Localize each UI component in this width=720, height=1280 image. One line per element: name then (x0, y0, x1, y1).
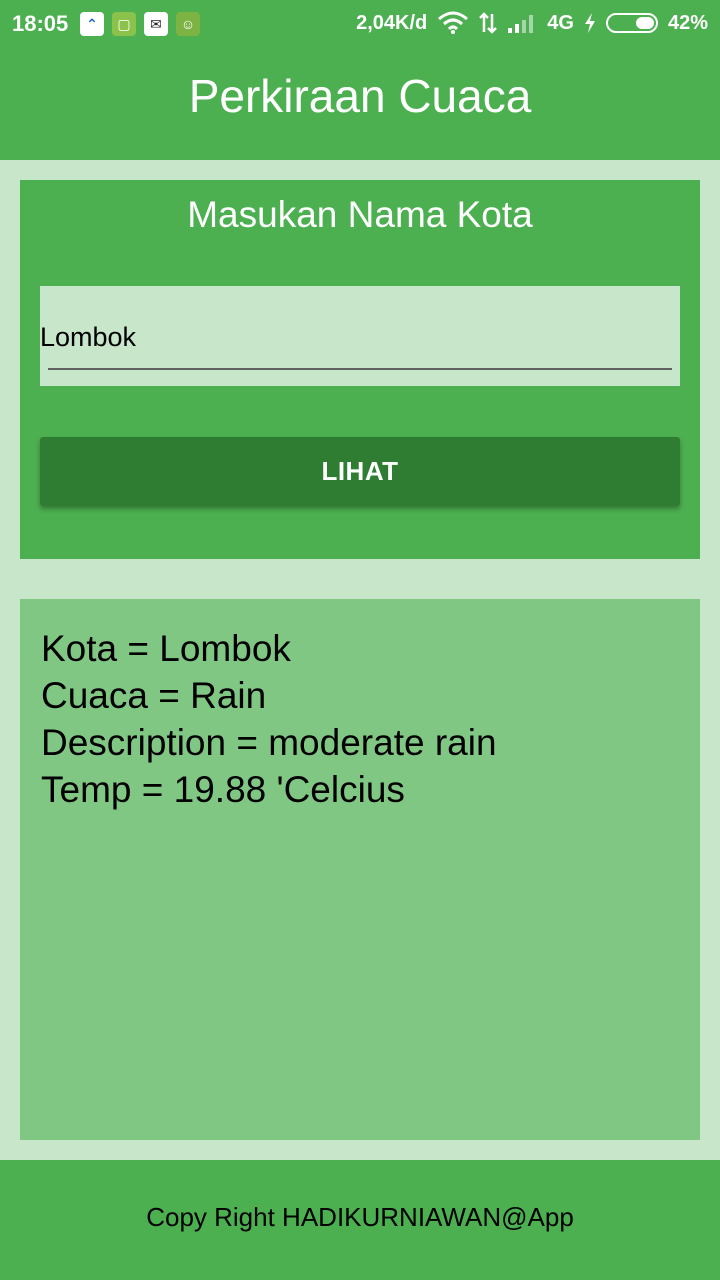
battery-icon (605, 13, 658, 33)
battery-percent: 42% (667, 11, 708, 34)
network-type: 4G (547, 11, 574, 34)
arrow-up-icon: ⌃ (80, 12, 104, 36)
city-input-underline (48, 368, 672, 370)
city-field-container (40, 286, 680, 386)
data-transfer-icon (479, 12, 498, 34)
city-input-heading: Masukan Nama Kota (187, 194, 533, 235)
network-speed: 2,04K/d (356, 11, 428, 34)
weather-result-panel: Kota = Lombok Cuaca = Rain Description =… (20, 599, 700, 1140)
chat-icon: ✉ (144, 12, 168, 36)
result-city: Kota = Lombok (41, 628, 291, 669)
app-title: Perkiraan Cuaca (188, 70, 532, 122)
city-input-card: Masukan Nama Kota LIHAT (20, 180, 700, 559)
wifi-icon (437, 11, 469, 35)
status-bar: 18:05 ⌃ ▢ ✉ ☺ 2,04K/d 4G 42% (0, 0, 720, 50)
footer: Copy Right HADIKURNIAWAN@App (0, 1160, 720, 1280)
weather-result-text: Kota = Lombok Cuaca = Rain Description =… (41, 625, 497, 813)
result-weather: Cuaca = Rain (41, 675, 267, 716)
app-bar: Perkiraan Cuaca (0, 50, 720, 160)
lihat-button[interactable]: LIHAT (40, 437, 680, 506)
signal-icon (507, 13, 537, 33)
result-temperature: Temp = 19.88 'Celcius (41, 769, 405, 810)
android-icon: ☺ (176, 12, 200, 36)
sim-card-icon: ▢ (112, 12, 136, 36)
battery-level (635, 17, 654, 29)
copyright-text: Copy Right HADIKURNIAWAN@App (146, 1202, 574, 1232)
charging-icon (584, 13, 596, 33)
city-input[interactable] (40, 314, 672, 360)
status-indicators: 2,04K/d 4G 42% (346, 11, 708, 35)
result-description: Description = moderate rain (41, 722, 497, 763)
status-time: 18:05 (12, 11, 69, 36)
